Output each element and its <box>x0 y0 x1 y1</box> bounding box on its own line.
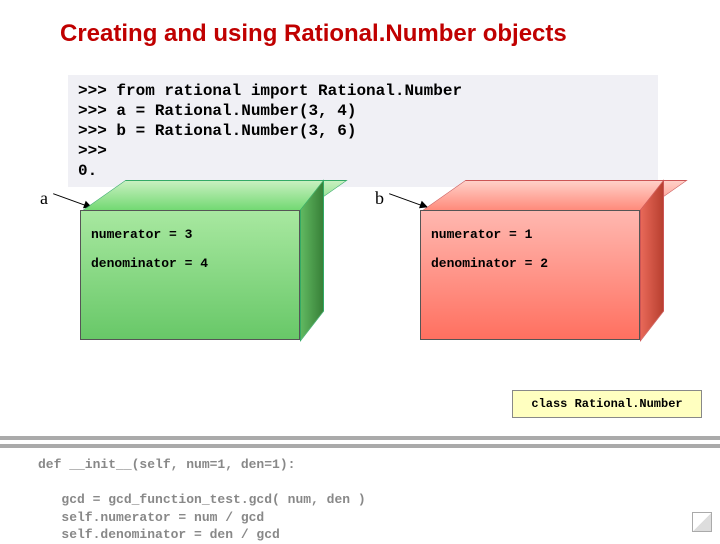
object-b-cube: numerator = 1 denominator = 2 <box>420 180 640 340</box>
faded-init-code: def __init__(self, num=1, den=1): gcd = … <box>38 456 366 544</box>
label-b: b <box>375 188 384 209</box>
divider-stripe <box>0 444 720 448</box>
page-corner-icon <box>692 512 712 532</box>
class-label-box: class Rational.Number <box>512 390 702 418</box>
cube-side-face <box>300 179 324 342</box>
object-b-denominator: denominator = 2 <box>431 256 629 271</box>
object-a-denominator: denominator = 4 <box>91 256 289 271</box>
object-a-numerator: numerator = 3 <box>91 227 289 242</box>
cube-front-face: numerator = 3 denominator = 4 <box>80 210 300 340</box>
cube-side-face <box>640 179 664 342</box>
label-a: a <box>40 188 48 209</box>
object-a-cube: numerator = 3 denominator = 4 <box>80 180 300 340</box>
slide-title: Creating and using Rational.Number objec… <box>60 20 567 48</box>
object-b-numerator: numerator = 1 <box>431 227 629 242</box>
cube-front-face: numerator = 1 denominator = 2 <box>420 210 640 340</box>
divider-stripe <box>0 436 720 440</box>
repl-code-block: >>> from rational import Rational.Number… <box>68 75 658 187</box>
